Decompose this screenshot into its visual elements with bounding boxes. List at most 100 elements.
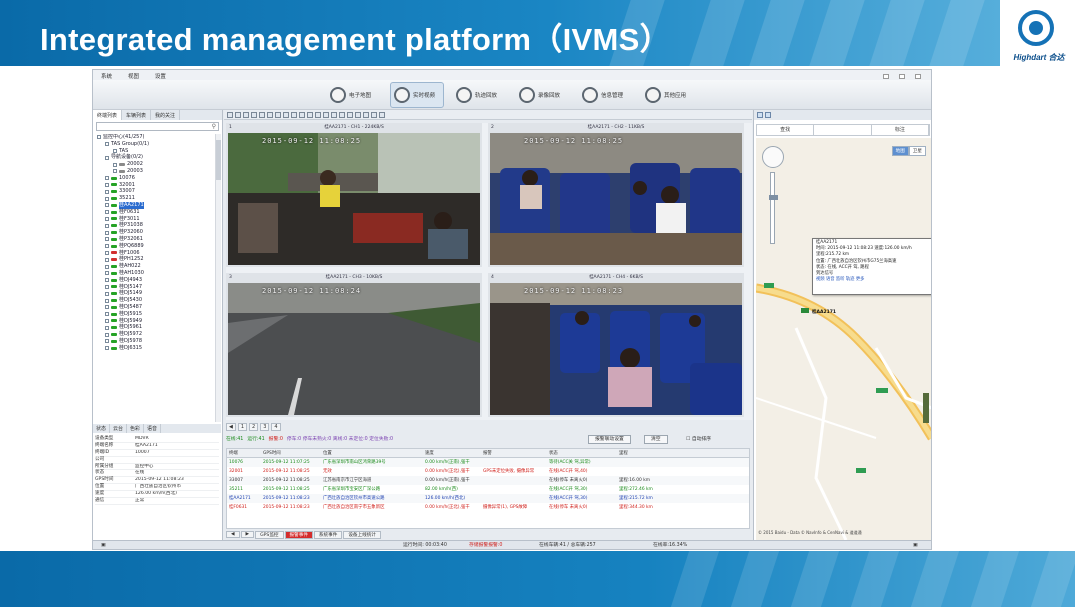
tab-ptz[interactable]: 云台 bbox=[110, 424, 128, 433]
layout-tool-icon[interactable] bbox=[227, 111, 233, 118]
menu-system[interactable]: 系统 bbox=[101, 72, 112, 80]
tree-item[interactable]: 桂DJ5487 bbox=[93, 304, 215, 311]
status-settings-icon[interactable]: ▣ bbox=[913, 541, 918, 549]
tree-item[interactable]: 桂P32061 bbox=[93, 236, 215, 243]
tab-alarm-events[interactable]: 报警事件 bbox=[284, 530, 313, 539]
column-header[interactable]: GPS时间 bbox=[261, 449, 321, 457]
tab-terminal-list[interactable]: 终端列表 bbox=[93, 110, 123, 120]
layout-tool-icon[interactable] bbox=[299, 111, 305, 118]
prev-page-button[interactable]: ◀ bbox=[226, 422, 236, 431]
video-cell-1[interactable]: 1 桂AA2171 - CH1 - 224KB/S 2015-09-12 11:… bbox=[226, 123, 482, 267]
video-cell-2[interactable]: 2 桂AA2171 - CH2 - 11KB/S 2015-09-12 11:0… bbox=[488, 123, 744, 267]
tree-item[interactable]: 32001 bbox=[93, 182, 215, 189]
bottom-next-button[interactable]: ▶ bbox=[240, 531, 255, 538]
layout-tool-icon[interactable] bbox=[379, 111, 385, 118]
tree-item[interactable]: 桂DJ5915 bbox=[93, 311, 215, 318]
tree-item[interactable]: 20002 bbox=[93, 161, 215, 168]
column-header[interactable]: 里程 bbox=[617, 449, 677, 457]
menu-view[interactable]: 视图 bbox=[128, 72, 139, 80]
tree-checkbox[interactable] bbox=[105, 244, 109, 249]
toolbar-button-2[interactable]: 实时视频 bbox=[390, 82, 444, 108]
tree-checkbox[interactable] bbox=[113, 148, 117, 153]
table-row[interactable]: 33007 2015-09-12 11:08:25 江苏省南京市江宁区海道 0.00 … bbox=[227, 476, 749, 485]
layout-tool-icon[interactable] bbox=[283, 111, 289, 118]
tab-status[interactable]: 状态 bbox=[93, 424, 111, 433]
tree-checkbox[interactable] bbox=[105, 189, 109, 194]
tab-gps-monitor[interactable]: GPS监控 bbox=[255, 530, 284, 539]
tree-item[interactable]: 桂AH1030 bbox=[93, 270, 215, 277]
layout-tool-icon[interactable] bbox=[291, 111, 297, 118]
tree-item[interactable]: 桂DJ5978 bbox=[93, 338, 215, 345]
tree-item[interactable]: 桂DJ5147 bbox=[93, 284, 215, 291]
map-search-icon[interactable] bbox=[757, 112, 763, 118]
tree-checkbox[interactable] bbox=[105, 298, 109, 303]
page-tab-4[interactable]: 4 bbox=[271, 422, 281, 431]
tree-item[interactable]: 桂P32060 bbox=[93, 229, 215, 236]
tree-item[interactable]: 桂AA2171 bbox=[93, 201, 215, 209]
tree-item[interactable]: 桂DJ4943 bbox=[93, 277, 215, 284]
layout-tool-icon[interactable] bbox=[251, 111, 257, 118]
map-find-tab[interactable]: 查找 bbox=[757, 125, 815, 135]
toolbar-button-4[interactable]: 录像回放 bbox=[516, 82, 570, 108]
map-mark-tab[interactable]: 标注 bbox=[872, 125, 929, 135]
tree-checkbox[interactable] bbox=[105, 332, 109, 337]
tree-checkbox[interactable] bbox=[105, 271, 109, 276]
bottom-prev-button[interactable]: ◀ bbox=[226, 531, 240, 538]
vehicle-map-marker[interactable]: 桂AA2171 bbox=[812, 309, 836, 315]
tab-favorites[interactable]: 我的关注 bbox=[151, 110, 181, 120]
tree-checkbox[interactable] bbox=[105, 339, 109, 344]
tab-color[interactable]: 色彩 bbox=[127, 424, 145, 433]
pan-control[interactable] bbox=[762, 146, 784, 168]
video-cell-4[interactable]: 4 桂AA2171 - CH4 - 6KB/S 2015-09-12 11:08… bbox=[488, 273, 744, 417]
tree-checkbox[interactable] bbox=[105, 203, 109, 208]
tree-checkbox[interactable] bbox=[105, 223, 109, 228]
tree-checkbox[interactable] bbox=[105, 142, 109, 147]
tree-item[interactable]: 桂DJ5149 bbox=[93, 290, 215, 297]
column-header[interactable]: 速度 bbox=[423, 449, 481, 457]
page-tab-3[interactable]: 3 bbox=[260, 422, 270, 431]
layout-tool-icon[interactable] bbox=[339, 111, 345, 118]
tree-item[interactable]: 桂DJ5949 bbox=[93, 318, 215, 325]
toolbar-button-3[interactable]: 轨迹回放 bbox=[453, 82, 507, 108]
table-row[interactable]: 桂AA2171 2015-09-12 11:08:23 广西壮族自治区钦州市高速公路… bbox=[227, 494, 749, 503]
tree-checkbox[interactable] bbox=[113, 169, 117, 174]
layout-tool-icon[interactable] bbox=[259, 111, 265, 118]
tree-checkbox[interactable] bbox=[105, 264, 109, 269]
table-row[interactable]: 桂F0631 2015-09-12 11:08:23 广西壮族自治区南宁市五象新区 0… bbox=[227, 503, 749, 512]
tree-item[interactable]: 导航设备(0/2) bbox=[93, 154, 215, 161]
tree-item[interactable]: 桂P31038 bbox=[93, 222, 215, 229]
toolbar-button-1[interactable]: 电子地图 bbox=[327, 82, 381, 108]
tree-checkbox[interactable] bbox=[105, 216, 109, 221]
tree-checkbox[interactable] bbox=[105, 312, 109, 317]
tree-item[interactable]: 桂DJ5972 bbox=[93, 331, 215, 338]
toolbar-button-6[interactable]: 其他应用 bbox=[642, 82, 696, 108]
scrollbar-thumb[interactable] bbox=[216, 140, 221, 180]
layout-tool-icon[interactable] bbox=[331, 111, 337, 118]
map-layer-icon[interactable] bbox=[765, 112, 771, 118]
tree-checkbox[interactable] bbox=[105, 291, 109, 296]
tree-item[interactable]: 监控中心(41/257) bbox=[93, 134, 215, 141]
alarm-link-settings-button[interactable]: 报警联动设置 bbox=[588, 435, 631, 444]
layout-tool-icon[interactable] bbox=[315, 111, 321, 118]
layout-tool-icon[interactable] bbox=[347, 111, 353, 118]
layout-tool-icon[interactable] bbox=[371, 111, 377, 118]
tree-item[interactable]: 桂DJ5430 bbox=[93, 297, 215, 304]
page-tab-1[interactable]: 1 bbox=[237, 422, 248, 431]
layout-tool-icon[interactable] bbox=[267, 111, 273, 118]
tree-checkbox[interactable] bbox=[105, 176, 109, 181]
tree-checkbox[interactable] bbox=[105, 210, 109, 215]
layout-tool-icon[interactable] bbox=[355, 111, 361, 118]
video-cell-3[interactable]: 3 桂AA2171 - CH3 - 10KB/S 2015-09-12 11:08… bbox=[226, 273, 482, 417]
maximize-button[interactable] bbox=[899, 74, 906, 79]
tree-item[interactable]: 桂DJ5961 bbox=[93, 324, 215, 331]
map-input-tab[interactable] bbox=[814, 125, 872, 135]
tree-item[interactable]: 桂F1006 bbox=[93, 250, 215, 257]
layout-tool-icon[interactable] bbox=[363, 111, 369, 118]
tree-item[interactable]: 33007 bbox=[93, 188, 215, 195]
layout-tool-icon[interactable] bbox=[243, 111, 249, 118]
column-header[interactable]: 状态 bbox=[547, 449, 617, 457]
tab-vehicle-list[interactable]: 车辆列表 bbox=[122, 110, 152, 120]
tree-checkbox[interactable] bbox=[97, 135, 101, 140]
tree-checkbox[interactable] bbox=[105, 278, 109, 283]
tree-item[interactable]: 桂F3011 bbox=[93, 216, 215, 223]
